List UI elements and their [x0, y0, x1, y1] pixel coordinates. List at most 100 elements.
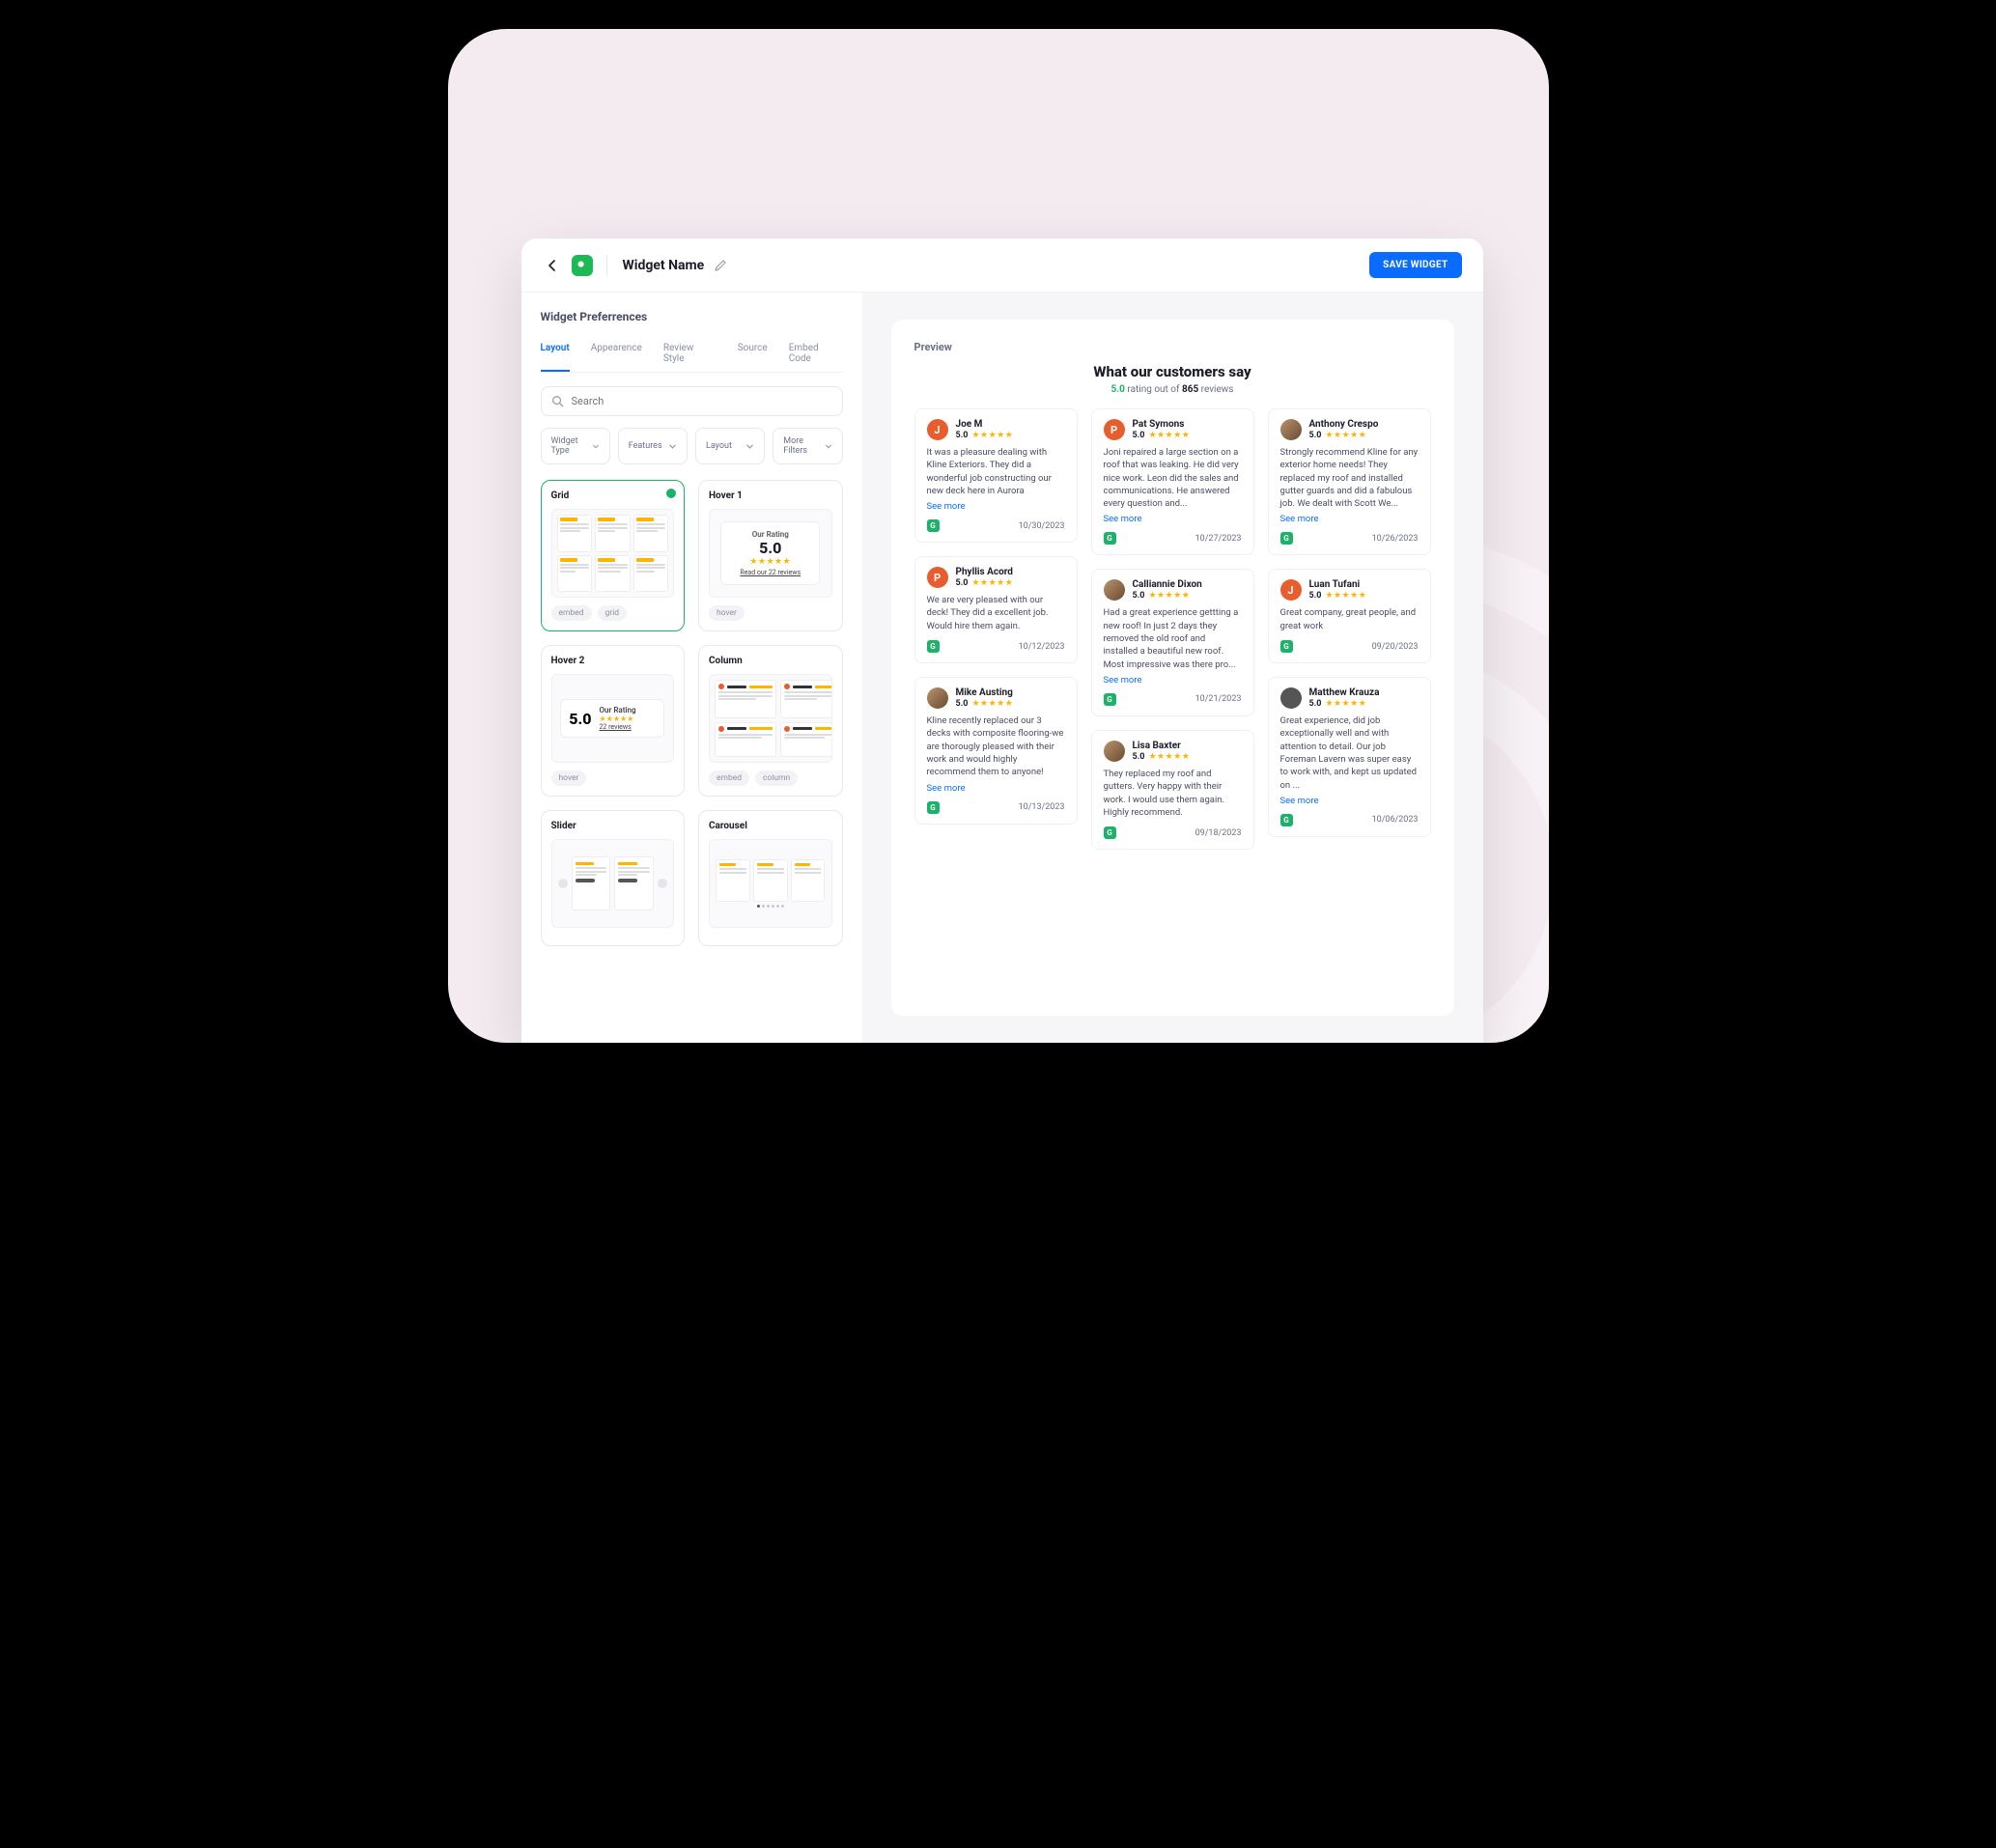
- source-badge: [927, 519, 940, 532]
- stars-icon: ★★★★★: [1325, 431, 1366, 440]
- review-date: 10/13/2023: [1019, 802, 1065, 812]
- avatar: [1280, 687, 1302, 709]
- back-button[interactable]: [543, 256, 562, 275]
- review-body: Great company, great people, and great w…: [1280, 606, 1419, 632]
- review-date: 09/18/2023: [1195, 828, 1242, 838]
- review-card: PPat Symons5.0★★★★★Joni repaired a large…: [1091, 408, 1254, 555]
- preview-panel: Preview What our customers say 5.0 ratin…: [891, 320, 1454, 1016]
- save-widget-button[interactable]: SAVE WIDGET: [1369, 252, 1461, 278]
- review-score: 5.0: [956, 699, 969, 709]
- reviewer-name: Anthony Crespo: [1309, 419, 1379, 430]
- stars-icon: ★★★★★: [1148, 591, 1190, 601]
- preview-title: What our customers say: [914, 363, 1431, 380]
- review-date: 09/20/2023: [1372, 642, 1419, 652]
- filter-more[interactable]: More Filters: [773, 428, 842, 464]
- review-body: Strongly recommend Kline for any exterio…: [1280, 446, 1419, 510]
- tag: embed: [551, 605, 592, 621]
- top-bar: Widget Name SAVE WIDGET: [521, 238, 1483, 293]
- reviewer-name: Joe M: [956, 419, 1014, 430]
- review-card: JJoe M5.0★★★★★It was a pleasure dealing …: [914, 408, 1078, 543]
- reviewer-name: Lisa Baxter: [1133, 741, 1191, 751]
- card-title: Hover 2: [551, 656, 675, 666]
- layout-card-grid[interactable]: Grid embedgrid: [541, 480, 686, 631]
- filter-label: Widget Type: [551, 436, 592, 456]
- card-title: Column: [709, 656, 832, 666]
- search-field[interactable]: [541, 386, 843, 416]
- see-more-link[interactable]: See more: [1104, 675, 1242, 686]
- filter-features[interactable]: Features: [618, 428, 688, 464]
- tab-appearance[interactable]: Appearence: [591, 337, 642, 372]
- chevron-down-icon: [668, 442, 677, 451]
- review-score: 5.0: [956, 431, 969, 440]
- source-badge: [927, 801, 940, 814]
- preferences-panel: Widget Preferrences Layout Appearence Re…: [521, 293, 862, 1043]
- see-more-link[interactable]: See more: [1104, 514, 1242, 524]
- filter-label: Layout: [706, 441, 732, 451]
- card-thumbnail: 5.0 Our Rating ★★★★★ 22 reviews: [551, 674, 675, 763]
- layout-card-hover1[interactable]: Hover 1 Our Rating 5.0 ★★★★★ Read our 22…: [698, 480, 843, 631]
- see-more-link[interactable]: See more: [927, 501, 1065, 512]
- avatar: [927, 687, 948, 709]
- filter-label: More Filters: [783, 436, 824, 456]
- review-score: 5.0: [1133, 591, 1145, 601]
- card-thumbnail: [551, 839, 675, 928]
- thumb-rating: 5.0: [729, 539, 811, 557]
- widget-name: Widget Name: [623, 258, 705, 273]
- see-more-link[interactable]: See more: [1280, 796, 1419, 806]
- chevron-down-icon: [825, 442, 832, 451]
- tab-layout[interactable]: Layout: [541, 337, 570, 372]
- stars-icon: ★★★★★: [729, 557, 811, 567]
- filter-widget-type[interactable]: Widget Type: [541, 428, 610, 464]
- thumb-link: Read our 22 reviews: [729, 569, 811, 576]
- review-card: Matthew Krauza5.0★★★★★Great experience, …: [1268, 677, 1431, 837]
- layout-card-carousel[interactable]: Carousel: [698, 810, 843, 946]
- filter-label: Features: [629, 441, 662, 451]
- review-body: Had a great experience gettting a new ro…: [1104, 606, 1242, 670]
- see-more-link[interactable]: See more: [1280, 514, 1419, 524]
- layout-card-column[interactable]: Column embedcolumn: [698, 645, 843, 797]
- rating-text: reviews: [1201, 384, 1234, 395]
- rating-text: rating out of: [1127, 384, 1179, 395]
- avatar: J: [1280, 579, 1302, 601]
- tab-source[interactable]: Source: [738, 337, 768, 372]
- reviewer-name: Pat Symons: [1133, 419, 1191, 430]
- layout-card-slider[interactable]: Slider: [541, 810, 686, 946]
- review-card: PPhyllis Acord5.0★★★★★We are very please…: [914, 556, 1078, 663]
- reviewer-name: Mike Austing: [956, 687, 1014, 698]
- tag: hover: [551, 770, 587, 786]
- chevron-down-icon: [745, 442, 754, 451]
- reviewer-name: Calliannie Dixon: [1133, 579, 1202, 590]
- review-body: They replaced my roof and gutters. Very …: [1104, 768, 1242, 819]
- reviewer-name: Phyllis Acord: [956, 567, 1014, 577]
- review-date: 10/30/2023: [1019, 521, 1065, 531]
- edit-icon[interactable]: [714, 259, 727, 272]
- thumb-rating: 5.0: [569, 710, 591, 728]
- tag: embed: [709, 770, 749, 786]
- avatar: [1104, 579, 1125, 601]
- thumb-link: 22 reviews: [599, 723, 635, 731]
- source-badge: [1104, 693, 1116, 706]
- stars-icon: ★★★★★: [971, 578, 1013, 588]
- review-date: 10/06/2023: [1372, 815, 1419, 825]
- filter-layout[interactable]: Layout: [695, 428, 765, 464]
- review-score: 5.0: [956, 578, 969, 588]
- source-badge: [1280, 814, 1293, 826]
- layout-card-hover2[interactable]: Hover 2 5.0 Our Rating ★★★★★ 22 reviews: [541, 645, 686, 797]
- review-date: 10/12/2023: [1019, 642, 1065, 652]
- search-input[interactable]: [572, 395, 832, 407]
- see-more-link[interactable]: See more: [927, 783, 1065, 794]
- review-score: 5.0: [1309, 699, 1322, 709]
- review-body: Joni repaired a large section on a roof …: [1104, 446, 1242, 510]
- card-thumbnail: Our Rating 5.0 ★★★★★ Read our 22 reviews: [709, 509, 832, 598]
- source-badge: [1104, 532, 1116, 545]
- app-logo: [572, 255, 593, 276]
- review-body: It was a pleasure dealing with Kline Ext…: [927, 446, 1065, 497]
- chevron-down-icon: [592, 442, 600, 451]
- avatar: [1104, 741, 1125, 762]
- thumb-label: Our Rating: [599, 706, 635, 714]
- source-badge: [1280, 532, 1293, 545]
- layout-cards: Grid embedgrid: [541, 480, 843, 946]
- tab-embed-code[interactable]: Embed Code: [789, 337, 843, 372]
- review-card: JLuan Tufani5.0★★★★★Great company, great…: [1268, 569, 1431, 663]
- tab-review-style[interactable]: Review Style: [663, 337, 717, 372]
